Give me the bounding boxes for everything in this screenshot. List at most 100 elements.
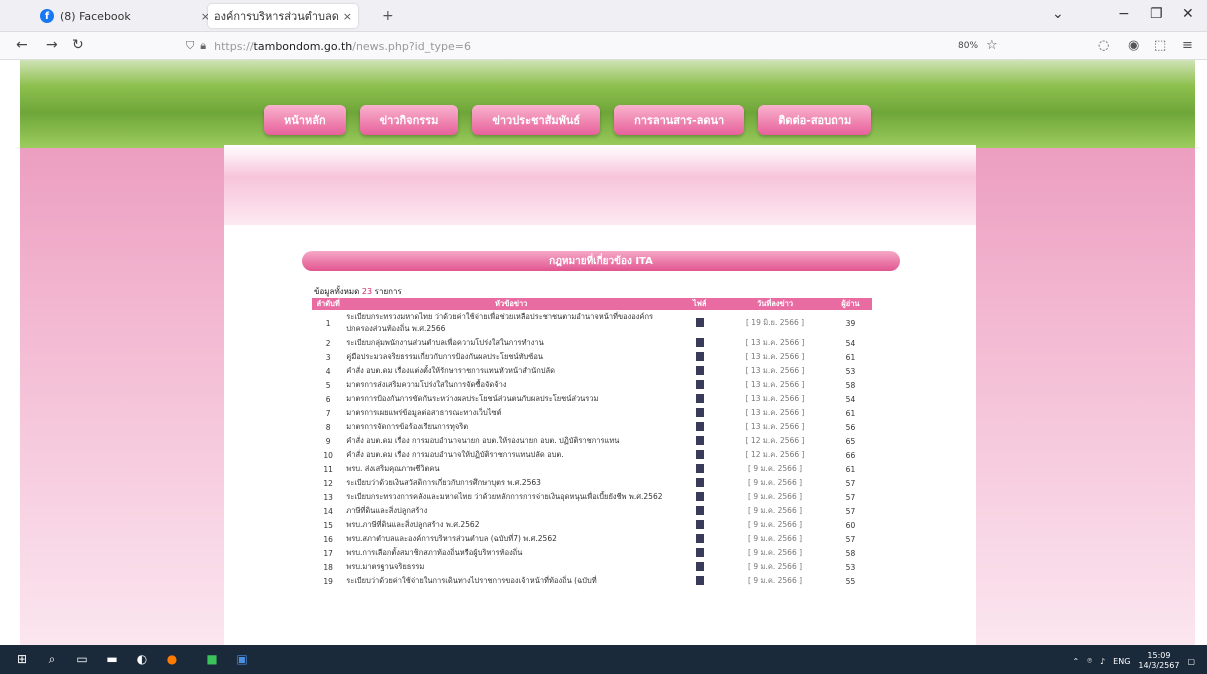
address-bar[interactable]: ⛉ 🔒︎ https:// tambondom.go.th /news.php?… xyxy=(186,36,1006,56)
row-title-link[interactable]: พรบ.ภาษีที่ดินและสิ่งปลูกสร้าง พ.ศ.2562 xyxy=(344,518,678,532)
row-title-link[interactable]: พรบ.สภาตำบลและองค์การบริหารส่วนตำบล (ฉบั… xyxy=(344,532,678,546)
row-file[interactable] xyxy=(678,406,721,420)
clock[interactable]: 15:09 14/3/2567 xyxy=(1138,651,1179,671)
menu-news[interactable]: ข่าวประชาสัมพันธ์ xyxy=(472,105,601,135)
row-file[interactable] xyxy=(678,476,721,490)
table-row: 2 ระเบียบกลุ่มพนักงานส่วนตำบลเพื่อความโปร… xyxy=(312,336,872,350)
account-icon[interactable]: ◉ xyxy=(1128,38,1139,53)
row-file[interactable] xyxy=(678,364,721,378)
document-icon[interactable] xyxy=(695,435,704,445)
row-file[interactable] xyxy=(678,420,721,434)
document-icon[interactable] xyxy=(695,317,704,327)
close-tab-icon[interactable]: × xyxy=(343,10,352,23)
network-icon[interactable]: ⌾ xyxy=(1087,656,1092,666)
row-file[interactable] xyxy=(678,462,721,476)
row-file[interactable] xyxy=(678,448,721,462)
row-title-link[interactable]: พรบ.การเลือกตั้งสมาชิกสภาท้องถิ่นหรือผู้… xyxy=(344,546,678,560)
close-window-icon[interactable]: ✕ xyxy=(1182,6,1194,22)
menu-procurement[interactable]: การลานสาร-ลดนา xyxy=(614,105,745,135)
document-icon[interactable] xyxy=(695,477,704,487)
star-icon[interactable]: ☆ xyxy=(986,38,998,53)
row-file[interactable] xyxy=(678,350,721,364)
row-title-link[interactable]: ระเบียบกลุ่มพนักงานส่วนตำบลเพื่อความโปร่… xyxy=(344,336,678,350)
line-icon[interactable]: ■ xyxy=(204,651,220,667)
document-icon[interactable] xyxy=(695,547,704,557)
document-icon[interactable] xyxy=(695,365,704,375)
row-file[interactable] xyxy=(678,504,721,518)
row-file[interactable] xyxy=(678,378,721,392)
row-title-link[interactable]: พรบ. ส่งเสริมคุณภาพชีวิตคน xyxy=(344,462,678,476)
new-tab-button[interactable]: + xyxy=(382,8,394,24)
row-file[interactable] xyxy=(678,532,721,546)
row-title-link[interactable]: คำสั่ง อบต.ดม เรื่อง การมอบอำนาจนายก อบต… xyxy=(344,434,678,448)
row-title-link[interactable]: มาตรการจัดการข้อร้องเรียนการทุจริต xyxy=(344,420,678,434)
row-title-link[interactable]: คู่มือประมวลจริยธรรมเกี่ยวกับการป้องกันผ… xyxy=(344,350,678,364)
file-explorer-icon[interactable]: ▬ xyxy=(104,651,120,667)
document-icon[interactable] xyxy=(695,449,704,459)
row-title-link[interactable]: ระเบียบกระทรวงการคลังและมหาดไทย ว่าด้วยห… xyxy=(344,490,678,504)
document-icon[interactable] xyxy=(695,421,704,431)
row-file[interactable] xyxy=(678,336,721,350)
row-title-link[interactable]: ระเบียบว่าด้วยค่าใช้จ่ายในการเดินทางไปรา… xyxy=(344,574,678,588)
row-date: [ 12 ม.ค. 2566 ] xyxy=(745,436,805,445)
document-icon[interactable] xyxy=(695,463,704,473)
document-icon[interactable] xyxy=(695,575,704,585)
chevron-down-icon[interactable]: ⌄ xyxy=(1052,6,1064,22)
search-icon[interactable]: ⌕ xyxy=(44,651,60,667)
edge-icon[interactable]: ◐ xyxy=(134,651,150,667)
row-title-link[interactable]: มาตรการส่งเสริมความโปร่งใสในการจัดซื้อจั… xyxy=(344,378,678,392)
row-title-link[interactable]: คำสั่ง อบต.ดม เรื่อง การมอบอำนาจให้ปฏิบั… xyxy=(344,448,678,462)
minimize-icon[interactable]: − xyxy=(1118,6,1130,22)
document-icon[interactable] xyxy=(695,491,704,501)
row-title-link[interactable]: มาตรการป้องกันการขัดกันระหว่างผลประโยชน์… xyxy=(344,392,678,406)
zoom-level[interactable]: 80% xyxy=(958,41,978,51)
row-title-link[interactable]: ระเบียบกระทรวงมหาดไทย ว่าด้วยค่าใช้จ่ายเ… xyxy=(344,310,678,336)
word-icon[interactable]: ▣ xyxy=(234,651,250,667)
document-icon[interactable] xyxy=(695,533,704,543)
document-icon[interactable] xyxy=(695,519,704,529)
row-file[interactable] xyxy=(678,546,721,560)
row-title-link[interactable]: มาตรการเผยแพร่ข้อมูลต่อสาธารณะทางเว็บไซต… xyxy=(344,406,678,420)
extensions-icon[interactable]: ⬚ xyxy=(1154,38,1166,53)
document-icon[interactable] xyxy=(695,393,704,403)
menu-contact[interactable]: ติดต่อ-สอบถาม xyxy=(758,105,872,135)
row-no: 3 xyxy=(325,352,331,362)
row-file[interactable] xyxy=(678,518,721,532)
document-icon[interactable] xyxy=(695,337,704,347)
document-icon[interactable] xyxy=(695,561,704,571)
row-file[interactable] xyxy=(678,490,721,504)
back-icon[interactable]: ← xyxy=(16,37,28,53)
menu-activities[interactable]: ข่าวกิจกรรม xyxy=(359,105,459,135)
document-icon[interactable] xyxy=(695,379,704,389)
menu-icon[interactable]: ≡ xyxy=(1182,38,1193,53)
document-icon[interactable] xyxy=(695,505,704,515)
row-title-link[interactable]: พรบ.มาตรฐานจริยธรรม xyxy=(344,560,678,574)
task-view-icon[interactable]: ▭ xyxy=(74,651,90,667)
pocket-icon[interactable]: ◌ xyxy=(1098,38,1109,53)
document-icon[interactable] xyxy=(695,351,704,361)
forward-icon[interactable]: → xyxy=(46,37,58,53)
tray-chevron-icon[interactable]: ⌃ xyxy=(1073,657,1080,666)
row-title-link[interactable]: คำสั่ง อบต.ดม เรื่องแต่งตั้งให้รักษาราชก… xyxy=(344,364,678,378)
tab-facebook[interactable]: f (8) Facebook × xyxy=(40,4,210,28)
row-title-link[interactable]: ภาษีที่ดินและสิ่งปลูกสร้าง xyxy=(344,504,678,518)
row-file[interactable] xyxy=(678,310,721,336)
document-icon[interactable] xyxy=(695,407,704,417)
notification-icon[interactable]: ▢ xyxy=(1187,657,1195,666)
row-file[interactable] xyxy=(678,560,721,574)
row-title-link[interactable]: ระเบียบว่าด้วยเงินสวัสดิการเกี่ยวกับการศ… xyxy=(344,476,678,490)
menu-home[interactable]: หน้าหลัก xyxy=(264,105,346,135)
firefox-icon[interactable]: ● xyxy=(164,651,180,667)
row-file[interactable] xyxy=(678,574,721,588)
volume-icon[interactable]: ♪ xyxy=(1100,657,1105,666)
tab-active[interactable]: องค์การบริหารส่วนตำบลดม อำเภอสั... × xyxy=(208,4,358,28)
row-file[interactable] xyxy=(678,434,721,448)
row-date: [ 9 ม.ค. 2566 ] xyxy=(748,520,803,529)
windows-start-icon[interactable]: ⊞ xyxy=(14,651,30,667)
restore-icon[interactable]: ❐ xyxy=(1150,6,1163,22)
row-no: 19 xyxy=(323,576,333,586)
row-file[interactable] xyxy=(678,392,721,406)
row-no: 5 xyxy=(325,380,331,390)
reload-icon[interactable]: ↻ xyxy=(72,37,84,53)
input-language[interactable]: ENG xyxy=(1113,657,1130,666)
